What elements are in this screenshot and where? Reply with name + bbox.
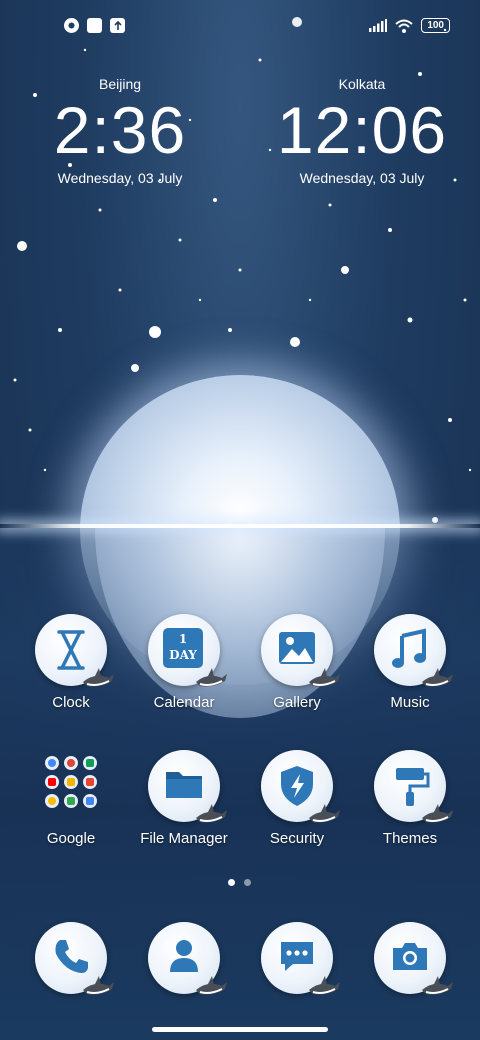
hourglass-icon [57,630,85,670]
app-security[interactable]: Security [242,750,352,847]
clock-widget-kolkata[interactable]: Kolkata 12:06 Wednesday, 03 July [262,76,462,186]
app-label: Google [46,830,96,847]
shark-decoration [422,976,453,995]
gmail-icon [83,775,97,789]
contact-icon [170,940,198,972]
page-dot [244,879,251,886]
clock-date: Wednesday, 03 July [57,170,183,186]
play-store-icon [83,794,97,808]
clock-city: Beijing [98,76,142,92]
app-clock[interactable]: Clock [16,614,126,711]
messages-app-icon [261,922,340,995]
folder-icon [166,772,202,798]
youtube-icon [45,775,59,789]
wifi-icon [395,19,413,33]
shark-decoration [83,668,114,687]
shark-decoration [309,804,340,823]
page-indicator [228,879,251,886]
drive-icon [64,775,78,789]
page-dot [228,879,235,886]
upload-notification-icon [110,18,125,33]
battery-icon: 100 [421,18,450,33]
dock-contacts[interactable] [129,922,239,995]
clock-time: 12:06 [276,93,448,167]
calendar-day-label: 1 DAY [169,632,197,662]
chrome-icon [64,756,78,770]
signal-icon [369,19,388,32]
shark-decoration [309,976,340,995]
app-label: Music [390,694,430,711]
file-manager-app-icon [148,750,227,823]
dock-camera[interactable] [355,922,465,995]
phone-icon [55,940,88,973]
app-gallery[interactable]: Gallery [242,614,352,711]
shark-decoration [83,976,114,995]
photos-icon [45,794,59,808]
dock-phone[interactable] [16,922,126,995]
paint-roller-icon [396,768,430,806]
maps-icon [83,756,97,770]
shark-decoration [196,668,227,687]
clock-time: 2:36 [53,93,187,167]
calendar-app-icon: 1 DAY [148,614,227,687]
app-file-manager[interactable]: File Manager [129,750,239,847]
shark-decoration [309,668,340,687]
square-notification-icon [87,18,102,33]
image-icon [279,632,315,664]
clock-city: Kolkata [338,76,386,92]
contacts-app-icon [148,922,227,995]
gallery-app-icon [261,614,340,687]
app-notification-icon [64,18,79,33]
folder-google[interactable]: Google [16,750,126,847]
dock-messages[interactable] [242,922,352,995]
app-themes[interactable]: Themes [355,750,465,847]
app-label: Themes [382,830,438,847]
app-music[interactable]: Music [355,614,465,711]
shark-decoration [196,804,227,823]
home-indicator-bar[interactable] [152,1027,328,1032]
shark-decoration [422,804,453,823]
camera-app-icon [374,922,453,995]
music-note-icon [392,628,426,668]
message-icon [281,942,313,971]
shield-icon [281,766,313,806]
horizon-line [0,524,480,528]
app-label: Gallery [273,694,321,711]
music-app-icon [374,614,453,687]
meet-icon [64,794,78,808]
app-label: Calendar [153,694,215,711]
status-bar: 100 [0,0,480,54]
app-label: Security [269,830,325,847]
google-folder-icon [35,750,107,822]
app-label: File Manager [140,830,228,847]
clock-date: Wednesday, 03 July [299,170,425,186]
phone-app-icon [35,922,114,995]
themes-app-icon [374,750,453,823]
clock-widget-beijing[interactable]: Beijing 2:36 Wednesday, 03 July [20,76,220,186]
app-label: Clock [52,694,90,711]
security-app-icon [261,750,340,823]
shark-decoration [196,976,227,995]
calendar-icon: 1 DAY [163,628,203,668]
google-search-icon [45,756,59,770]
app-calendar[interactable]: 1 DAY Calendar [129,614,239,711]
shark-decoration [422,668,453,687]
camera-icon [393,943,427,970]
clock-app-icon [35,614,114,687]
